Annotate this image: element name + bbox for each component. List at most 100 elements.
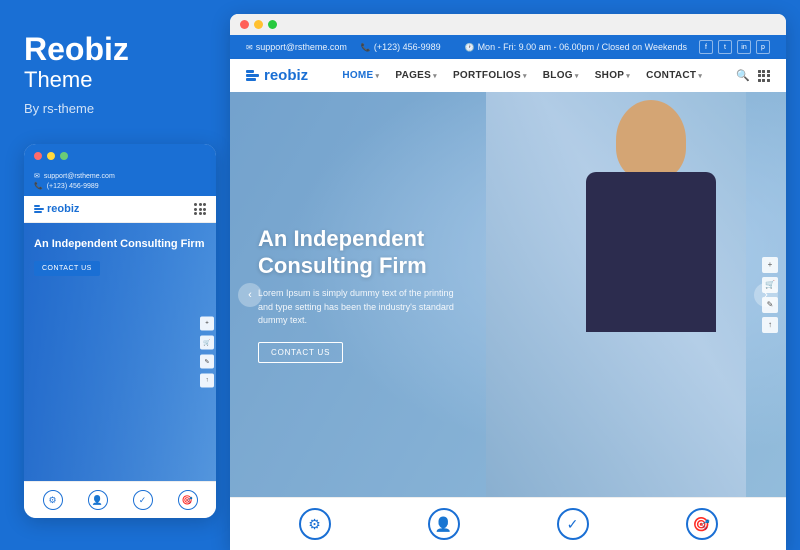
nav-shop[interactable]: SHOP ▾ [595,70,630,81]
mobile-side-icon-1[interactable]: + [200,317,214,331]
person-head [616,100,686,180]
search-icon[interactable]: 🔍 [736,69,750,82]
grid-menu-icon[interactable] [758,70,770,82]
topbar-right: 🕐 Mon - Fri: 9.00 am - 06.00pm / Closed … [465,40,770,54]
mobile-phone: (+123) 456-9989 [47,183,99,190]
grid-dot [199,208,202,211]
person-silhouette [516,92,736,497]
mobile-email-row: ✉ support@rstheme.com [34,172,206,180]
grid-dot [762,74,765,77]
hamburger-icon[interactable] [194,203,206,215]
grid-dot [767,74,770,77]
desktop-logo-bar-2 [246,74,259,77]
logo-bar-3 [34,211,42,213]
email-icon: ✉ [246,43,253,52]
grid-dot [199,212,202,215]
desktop-dot-green [268,20,277,29]
topbar-phone-text: (+123) 456-9989 [374,42,441,52]
nav-pages[interactable]: PAGES ▾ [395,70,437,81]
mobile-side-icon-2[interactable]: 🛒 [200,336,214,350]
hero-title: An Independent Consulting Firm [258,226,462,279]
mobile-side-icon-3[interactable]: ✎ [200,355,214,369]
check-icon: ✓ [557,508,589,540]
hero-contact-btn[interactable]: CONTACT US [258,342,343,363]
nav-blog[interactable]: BLOG ▾ [543,70,579,81]
chevron-down-icon: ▾ [575,72,579,80]
desktop-logo-bar-3 [246,78,256,81]
grid-dot [758,79,761,82]
linkedin-icon[interactable]: in [737,40,751,54]
clock-icon: 🕐 [465,43,475,52]
desktop-logo-bar-1 [246,70,254,73]
grid-dot [203,212,206,215]
mobile-hero-content: An Independent Consulting Firm CONTACT U… [34,237,206,276]
bottom-icon-item-3: ✓ [557,508,589,540]
nav-portfolios[interactable]: PORTFOLIOS ▾ [453,70,527,81]
hero-prev-arrow[interactable]: ‹ [238,283,262,307]
grid-dot [762,70,765,73]
desktop-hero: ‹ An Independent Consulting Firm Lorem I… [230,92,786,497]
person-icon: 👤 [428,508,460,540]
mobile-dot-yellow [47,152,55,160]
desktop-nav-links: HOME ▾ PAGES ▾ PORTFOLIOS ▾ BLOG ▾ SHOP … [342,70,702,81]
person-icon: 👤 [88,490,108,510]
chevron-down-icon: ▾ [376,72,380,80]
pinterest-icon[interactable]: p [756,40,770,54]
nav-contact[interactable]: CONTACT ▾ [646,70,702,81]
nav-home[interactable]: HOME ▾ [342,70,379,81]
mobile-hero-title: An Independent Consulting Firm [34,237,206,251]
mobile-bottom-icon-2: 👤 [88,490,108,510]
side-widget-2[interactable]: 🛒 [762,277,778,293]
topbar-hours: 🕐 Mon - Fri: 9.00 am - 06.00pm / Closed … [465,42,687,52]
mobile-info-bar: ✉ support@rstheme.com 📞 (+123) 456-9989 [24,168,216,196]
chevron-down-icon: ▾ [626,72,630,80]
side-widget-1[interactable]: + [762,257,778,273]
desktop-title-bar [230,14,786,35]
twitter-icon[interactable]: t [718,40,732,54]
person-body [586,172,716,332]
mobile-dot-red [34,152,42,160]
desktop-dot-yellow [254,20,263,29]
mobile-nav: reobiz [24,196,216,223]
mobile-dot-green [60,152,68,160]
target-icon: 🎯 [686,508,718,540]
grid-dot [194,212,197,215]
chevron-down-icon: ▾ [433,72,437,80]
desktop-nav: reobiz HOME ▾ PAGES ▾ PORTFOLIOS ▾ BLOG … [230,59,786,92]
chevron-down-icon: ▾ [698,72,702,80]
left-panel: Reobiz Theme By rs-theme ✉ support@rsthe… [0,0,230,550]
mobile-phone-row: 📞 (+123) 456-9989 [34,182,206,190]
right-panel: ✉ support@rstheme.com 📞 (+123) 456-9989 … [230,14,786,550]
social-icons: f t in p [699,40,770,54]
grid-dot [203,208,206,211]
gear-icon: ⚙ [299,508,331,540]
desktop-logo-bars [246,70,259,81]
mobile-mockup: ✉ support@rstheme.com 📞 (+123) 456-9989 … [24,144,216,518]
topbar-email: ✉ support@rstheme.com [246,42,347,52]
topbar-left: ✉ support@rstheme.com 📞 (+123) 456-9989 [246,42,441,52]
bottom-icon-item-4: 🎯 [686,508,718,540]
mobile-logo-text: reobiz [47,203,79,215]
grid-dot [203,203,206,206]
mobile-email: support@rstheme.com [44,173,115,180]
desktop-topbar: ✉ support@rstheme.com 📞 (+123) 456-9989 … [230,35,786,59]
grid-dot [194,208,197,211]
brand-name: Reobiz [24,32,206,67]
logo-bar-2 [34,208,44,210]
brand-subtitle: Theme [24,67,206,93]
hero-content: An Independent Consulting Firm Lorem Ips… [230,206,490,382]
side-widget-3[interactable]: ✎ [762,297,778,313]
brand-by: By rs-theme [24,101,206,116]
mobile-side-icon-4[interactable]: ↑ [200,374,214,388]
facebook-icon[interactable]: f [699,40,713,54]
desktop-logo-text: reobiz [264,67,308,84]
topbar-phone: 📞 (+123) 456-9989 [361,42,441,52]
hero-side-widgets: + 🛒 ✎ ↑ [762,257,778,333]
grid-dot [758,70,761,73]
topbar-email-text: support@rstheme.com [256,42,347,52]
target-icon: 🎯 [178,490,198,510]
mobile-contact-btn[interactable]: CONTACT US [34,261,100,276]
side-widget-4[interactable]: ↑ [762,317,778,333]
topbar-hours-text: Mon - Fri: 9.00 am - 06.00pm / Closed on… [478,42,687,52]
mobile-bottom-icon-1: ⚙ [43,490,63,510]
